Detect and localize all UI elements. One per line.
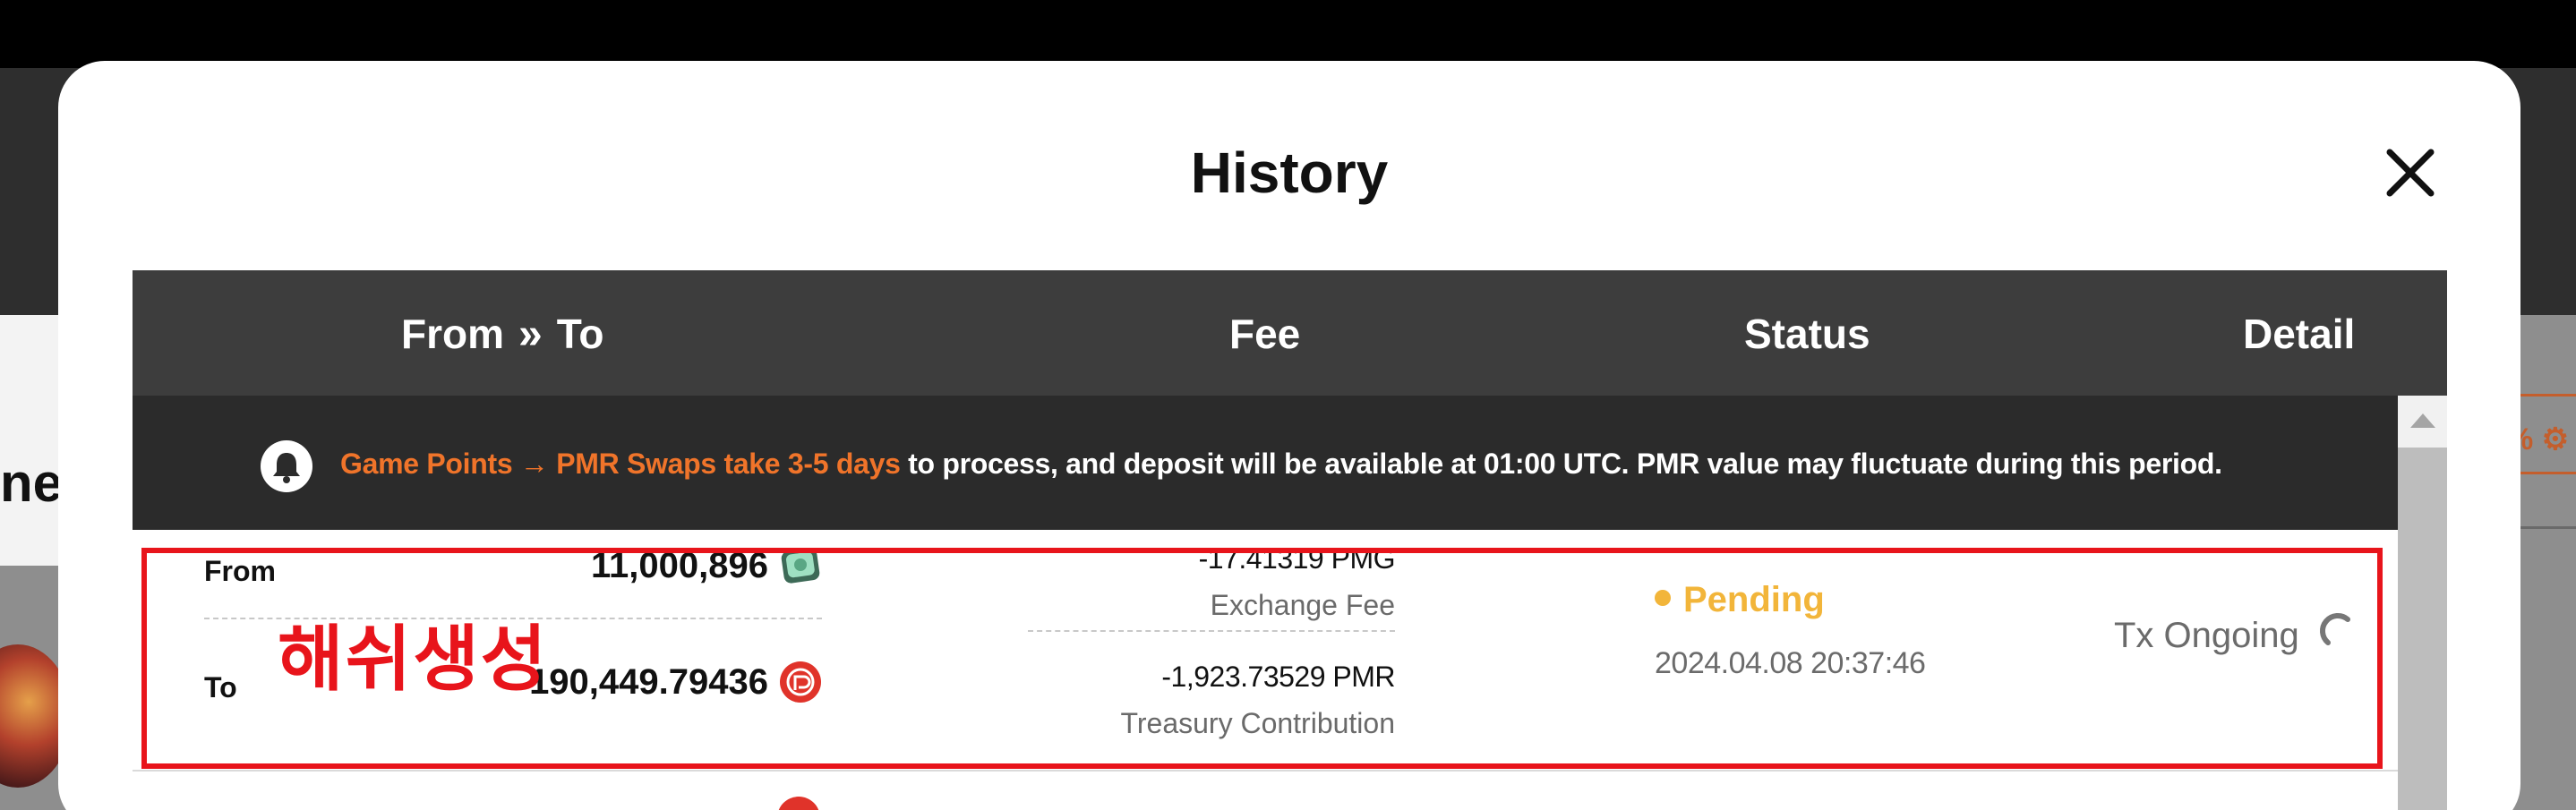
bell-icon (261, 440, 312, 492)
notice-banner: Game Points → PMR Swaps take 3-5 days to… (133, 396, 2398, 530)
double-chevron-icon: » (518, 311, 543, 358)
top-bar (0, 0, 2576, 68)
header-to: To (556, 311, 604, 357)
header-from: From (401, 311, 504, 357)
background-heading: ne (0, 453, 64, 513)
header-fee: Fee (1229, 311, 1301, 357)
notice-text: Game Points → PMR Swaps take 3-5 days to… (340, 448, 2222, 481)
header-from-to: From » To (401, 310, 604, 359)
header-status: Status (1744, 311, 1870, 357)
table-header: From » To Fee Status Detail (133, 270, 2447, 396)
scrollbar[interactable] (2398, 396, 2447, 810)
modal-title: History (1190, 141, 1389, 205)
annotation-text: 해쉬생성 (278, 618, 549, 701)
notice-highlight: Game Points → PMR Swaps take 3-5 days (340, 448, 901, 480)
notice-body: to process, and deposit will be availabl… (900, 448, 2222, 480)
header-detail: Detail (2243, 311, 2356, 357)
close-icon[interactable] (2377, 140, 2443, 206)
scroll-up-arrow-icon[interactable] (2410, 414, 2435, 428)
